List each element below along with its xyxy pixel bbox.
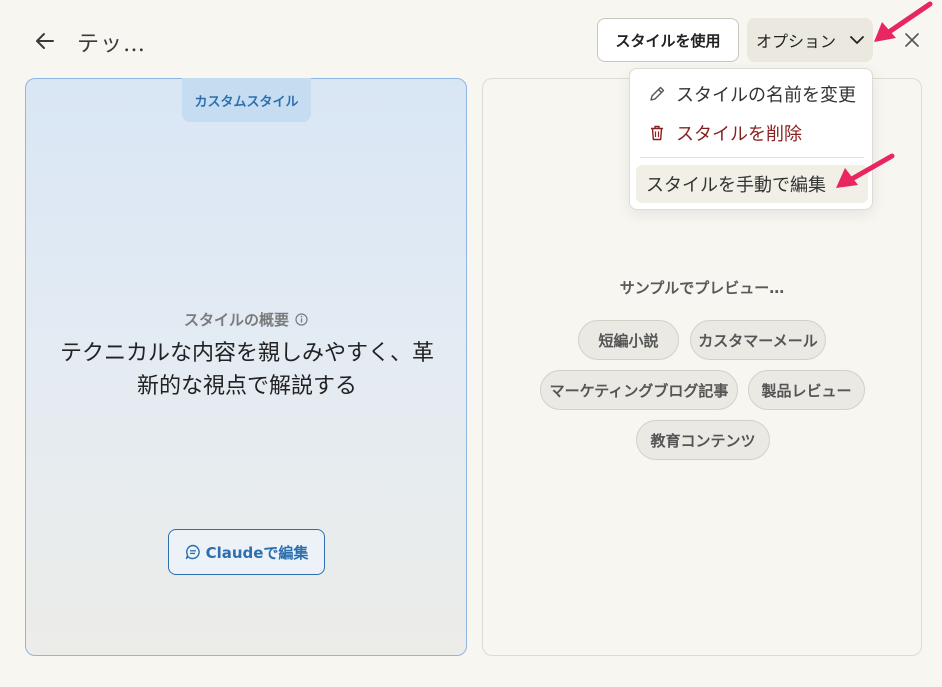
edit-with-claude-button[interactable]: Claudeで編集 <box>168 529 325 575</box>
menu-item-delete-style[interactable]: スタイルを削除 <box>636 114 868 152</box>
menu-item-label: スタイルを手動で編集 <box>646 175 826 196</box>
back-button[interactable] <box>30 26 60 56</box>
style-card: カスタムスタイル スタイルの概要 テクニカルな内容を親しみやすく、革新的な視点で… <box>25 78 467 656</box>
sample-chip-education[interactable]: 教育コンテンツ <box>636 420 770 460</box>
options-button[interactable]: オプション <box>747 18 873 62</box>
style-summary-text: テクニカルな内容を親しみやすく、革新的な視点で解説する <box>59 341 434 399</box>
sample-chip-marketing-blog[interactable]: マーケティングブログ記事 <box>540 370 738 410</box>
close-icon <box>905 33 919 47</box>
chat-bubble-icon <box>185 544 200 560</box>
sample-chip-product-review[interactable]: 製品レビュー <box>748 370 865 410</box>
chevron-down-icon <box>850 36 864 44</box>
menu-item-edit-style-manually[interactable]: スタイルを手動で編集 <box>636 165 868 203</box>
sample-chip-customer-email[interactable]: カスタマーメール <box>690 320 826 360</box>
style-summary-label: スタイルの概要 <box>183 311 289 329</box>
pencil-icon <box>650 86 665 101</box>
options-button-label: オプション <box>755 32 836 51</box>
arrow-left-icon <box>36 33 54 49</box>
menu-item-rename-style[interactable]: スタイルの名前を変更 <box>636 75 868 113</box>
top-bar: テッ… スタイルを使用 オプション <box>0 0 942 78</box>
trash-icon <box>651 125 663 141</box>
info-icon[interactable] <box>295 313 308 326</box>
menu-divider <box>640 157 864 158</box>
edit-with-claude-label: Claudeで編集 <box>205 543 309 562</box>
preview-label: サンプルでプレビュー… <box>619 279 785 297</box>
menu-item-label: スタイルの名前を変更 <box>676 85 856 106</box>
close-button[interactable] <box>900 28 924 52</box>
sample-chip-short-story[interactable]: 短編小説 <box>578 320 679 360</box>
style-summary-heading: スタイルの概要 <box>26 309 466 330</box>
options-dropdown-menu: スタイルの名前を変更 スタイルを削除 スタイルを手動で編集 <box>629 68 873 210</box>
use-style-button[interactable]: スタイルを使用 <box>597 18 739 62</box>
menu-item-label: スタイルを削除 <box>676 124 802 145</box>
page-title: テッ… <box>77 32 147 57</box>
custom-style-tag: カスタムスタイル <box>182 78 311 122</box>
